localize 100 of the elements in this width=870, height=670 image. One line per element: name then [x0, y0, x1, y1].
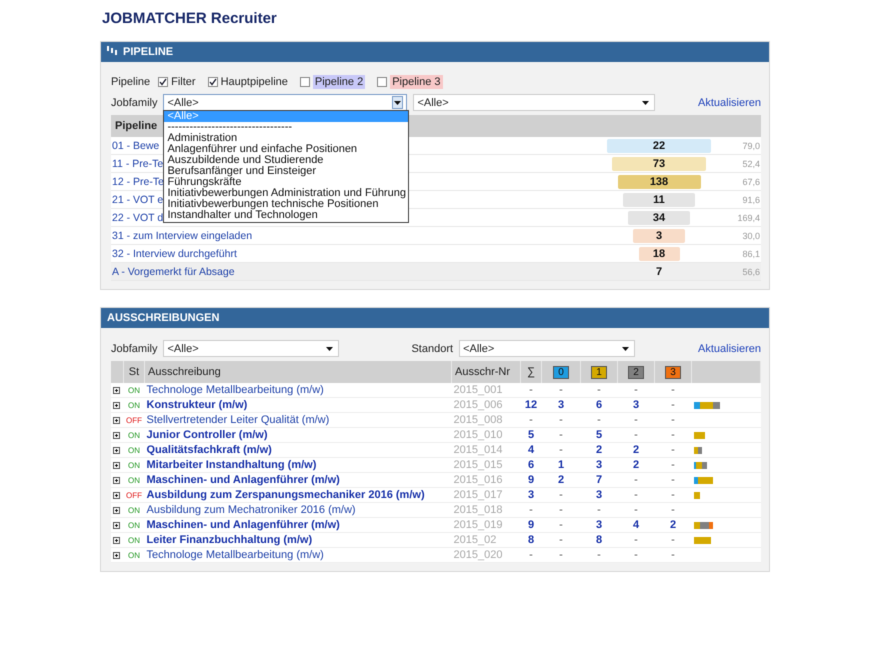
stage-badge: 0: [553, 366, 569, 378]
expand-icon[interactable]: [113, 492, 122, 498]
pipeline-stage-link[interactable]: 22 - VOT d: [112, 212, 164, 224]
expand-icon[interactable]: [113, 552, 122, 558]
pipeline-stage-link[interactable]: 31 - zum Interview eingeladen: [112, 230, 252, 242]
count-value: -: [671, 459, 675, 471]
dropdown-option[interactable]: Initiativbewerbungen Administration und Führung: [164, 188, 408, 199]
dropdown-field[interactable]: <Alle>: [459, 340, 636, 357]
count-value: -: [671, 444, 675, 456]
panel-title: PIPELINE: [123, 46, 174, 58]
count-value: 22: [652, 140, 666, 152]
stage-badge: 3: [665, 366, 681, 378]
count-value: -: [634, 489, 638, 501]
checkbox[interactable]: [208, 77, 218, 87]
dropdown-option[interactable]: Führungskräfte: [164, 177, 408, 188]
expand-icon[interactable]: [113, 432, 122, 438]
count-value: -: [634, 504, 638, 516]
count-value: 2: [632, 459, 640, 471]
status-label: ON: [128, 521, 140, 530]
count-value: 2: [670, 519, 676, 531]
posting-number: 2015_008: [454, 414, 502, 426]
posting-number: 2015_001: [454, 384, 502, 396]
checkbox-label: Filter: [171, 76, 196, 88]
count-value: -: [597, 384, 601, 396]
checkbox[interactable]: [300, 77, 310, 87]
pipeline-stage-link[interactable]: 32 - Interview durchgeführt: [112, 248, 237, 260]
count-value: -: [671, 474, 675, 486]
count-value: 1: [558, 459, 564, 471]
status-label: ON: [128, 506, 140, 515]
count-value: -: [634, 414, 638, 426]
count-value: 3: [656, 230, 662, 242]
average-value: 169,4: [737, 212, 760, 222]
checkbox-label: Hauptpipeline: [220, 76, 288, 88]
count-value: 12: [524, 399, 538, 411]
dropdown-option[interactable]: Berufsanfänger und Einsteiger: [164, 166, 408, 177]
expand-icon[interactable]: [113, 462, 122, 468]
refresh-link[interactable]: Aktualisieren: [698, 342, 761, 354]
checkbox-label: Pipeline 2: [312, 75, 366, 89]
dropdown-field[interactable]: <Alle>: [163, 340, 340, 357]
caret-icon[interactable]: [392, 96, 404, 109]
count-value: -: [559, 489, 563, 501]
count-value: -: [671, 504, 675, 516]
pipeline-stage-link[interactable]: 21 - VOT e: [112, 194, 164, 206]
posting-number: 2015_015: [454, 459, 502, 471]
checkbox[interactable]: [377, 77, 388, 87]
dropdown-option[interactable]: Initiativbewerbungen technische Positionen: [164, 199, 408, 210]
status-label: ON: [128, 536, 140, 545]
dropdown-option[interactable]: Auszubildende und Studierende: [164, 155, 408, 166]
expand-icon[interactable]: [113, 536, 122, 544]
dropdown-option[interactable]: ----------------------------------: [164, 122, 408, 133]
count-value: -: [671, 489, 675, 501]
checkbox-label: Pipeline 3: [390, 75, 443, 89]
field-label: Standort: [411, 342, 454, 354]
count-value: 8: [528, 534, 534, 546]
count-value: 3: [596, 519, 602, 531]
dropdown-field[interactable]: <Alle>: [413, 94, 656, 111]
expand-icon[interactable]: [113, 446, 122, 454]
count-value: -: [559, 414, 563, 426]
pipeline-stage-link[interactable]: 12 - Pre-Te: [112, 176, 164, 188]
count-value: 18: [652, 248, 666, 260]
pipeline-stage-link[interactable]: A - Vorgemerkt für Absage: [112, 266, 235, 278]
dropdown-option[interactable]: Instandhalter und Technologen: [164, 210, 408, 221]
expand-icon[interactable]: [113, 402, 122, 408]
count-value: 4: [528, 444, 534, 456]
count-value: -: [634, 384, 638, 396]
posting-number: 2015_02: [454, 534, 496, 546]
pipeline-stage-link[interactable]: 01 - Bewe: [112, 140, 160, 152]
posting-number: 2015_014: [454, 444, 502, 456]
expand-icon[interactable]: [113, 416, 122, 424]
checkbox[interactable]: [158, 77, 168, 87]
posting-number: 2015_018: [454, 504, 502, 516]
field-label: Jobfamily: [111, 342, 158, 354]
column-header: Ausschreibung: [148, 366, 221, 378]
field-label: Pipeline: [111, 76, 150, 88]
count-value: 4: [632, 519, 640, 531]
count-value: 5: [596, 429, 602, 441]
count-value: -: [671, 414, 675, 426]
average-value: 86,1: [742, 248, 760, 258]
posting-number: 2015_017: [454, 489, 502, 501]
posting-number: 2015_016: [454, 474, 502, 486]
average-value: 30,0: [742, 230, 760, 240]
column-header: Ausschr-Nr: [455, 366, 510, 378]
average-value: 91,6: [742, 194, 760, 204]
expand-icon[interactable]: [113, 386, 122, 394]
count-value: 3: [632, 399, 640, 411]
count-value: -: [559, 504, 563, 516]
status-label: OFF: [126, 491, 142, 500]
stage-badge: 2: [628, 366, 644, 378]
dropdown-option[interactable]: Anlagenführer und einfache Positionen: [164, 144, 408, 155]
count-value: 5: [528, 429, 534, 441]
expand-icon[interactable]: [113, 506, 122, 514]
expand-icon[interactable]: [113, 522, 122, 528]
count-value: -: [559, 384, 563, 396]
expand-icon[interactable]: [113, 476, 122, 484]
refresh-link[interactable]: Aktualisieren: [698, 96, 761, 108]
count-value: -: [559, 549, 563, 561]
count-value: -: [529, 384, 533, 396]
pipeline-stage-link[interactable]: 11 - Pre-Te: [112, 158, 164, 170]
count-value: -: [529, 504, 533, 516]
count-value: 73: [652, 158, 666, 170]
